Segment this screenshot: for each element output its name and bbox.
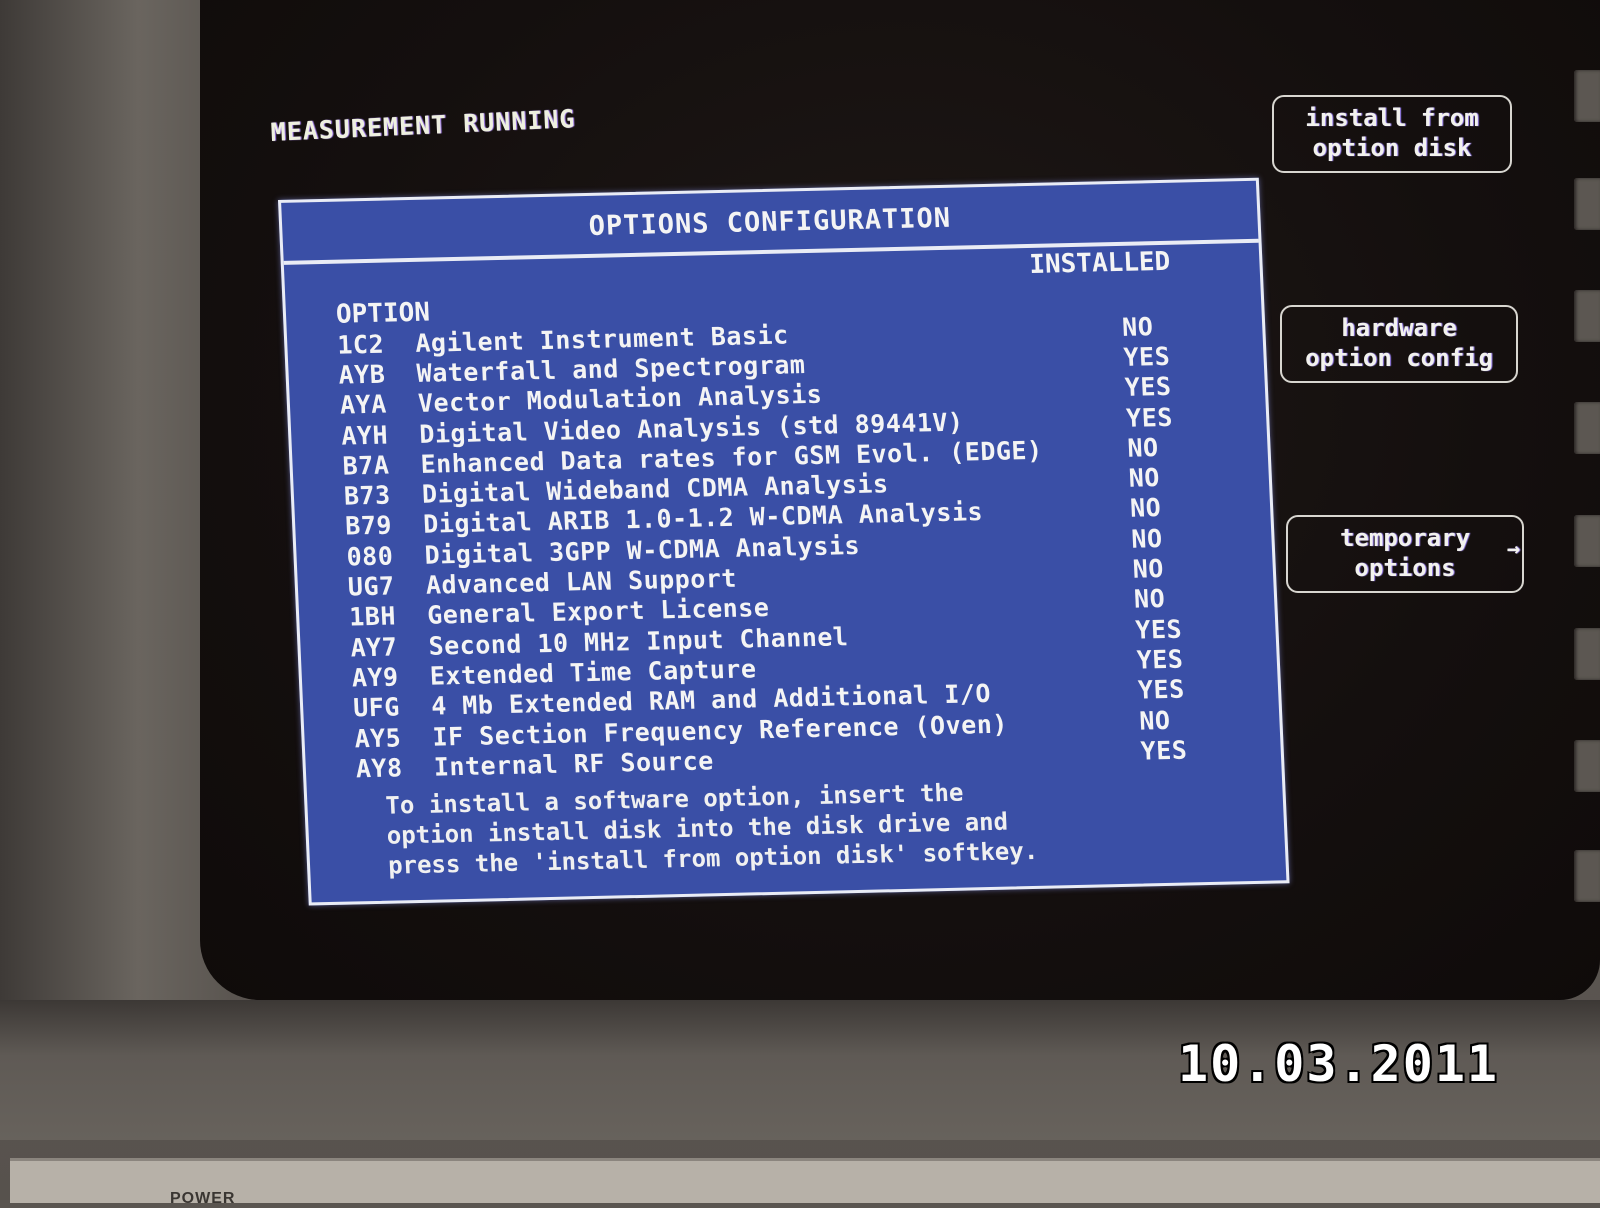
- option-code: AYB: [338, 359, 386, 390]
- hardware-softkey-4[interactable]: [1574, 402, 1600, 454]
- option-code: AYA: [339, 389, 388, 420]
- softkey-temporary-options[interactable]: temporary options →: [1286, 515, 1524, 593]
- softkey-label-line2: options: [1354, 554, 1456, 582]
- hardware-softkey-8[interactable]: [1574, 850, 1600, 902]
- option-code: B73: [343, 480, 392, 511]
- install-instructions: To install a software option, insert the…: [385, 772, 1209, 881]
- softkey-install-from-option-disk[interactable]: install from option disk: [1272, 95, 1512, 173]
- hardware-softkey-7[interactable]: [1574, 740, 1600, 792]
- softkey-label-line1: temporary: [1339, 524, 1471, 552]
- bezel-left-frame: [0, 0, 230, 1080]
- hardware-softkey-3[interactable]: [1574, 290, 1600, 342]
- option-code: B7A: [342, 450, 390, 481]
- hardware-softkey-column: [1560, 60, 1600, 960]
- option-code: UFG: [352, 692, 401, 723]
- option-installed-status: YES: [1136, 644, 1184, 675]
- photo-date-stamp: 10.03.2011: [1178, 1035, 1500, 1093]
- hardware-softkey-2[interactable]: [1574, 178, 1600, 230]
- front-panel-strip: [10, 1158, 1600, 1203]
- softkey-label-line1: hardware: [1341, 314, 1457, 342]
- option-installed-status: NO: [1128, 463, 1161, 493]
- option-code: 1BH: [348, 601, 397, 632]
- options-table: 1C2 Agilent Instrument Basic NO AYB Waterfal…: [337, 309, 1257, 784]
- option-installed-status: NO: [1132, 554, 1165, 584]
- option-code: UG7: [347, 571, 396, 602]
- option-code: 080: [345, 541, 394, 572]
- option-installed-status: NO: [1126, 432, 1160, 463]
- option-code: AY9: [351, 662, 400, 693]
- option-installed-status: NO: [1121, 311, 1154, 342]
- option-installed-status: YES: [1140, 735, 1188, 766]
- option-installed-status: NO: [1129, 493, 1162, 524]
- hardware-softkey-1[interactable]: [1574, 70, 1600, 122]
- hardware-softkey-6[interactable]: [1574, 628, 1600, 680]
- option-column-header: OPTION: [335, 297, 431, 330]
- option-installed-status: NO: [1130, 523, 1164, 554]
- option-code: AYH: [340, 420, 389, 451]
- installed-column-header: INSTALLED: [1028, 246, 1171, 280]
- option-installed-status: NO: [1138, 705, 1172, 736]
- option-installed-status: YES: [1122, 341, 1171, 372]
- power-label: POWER: [170, 1190, 236, 1207]
- softkey-label-line2: option config: [1305, 344, 1493, 372]
- option-code: AY7: [349, 632, 398, 663]
- softkey-hardware-option-config[interactable]: hardware option config: [1280, 305, 1518, 383]
- softkey-label-line2: option disk: [1312, 134, 1472, 162]
- option-installed-status: YES: [1134, 614, 1183, 645]
- arrow-right-icon: →: [1506, 537, 1520, 562]
- option-code: B79: [344, 510, 393, 541]
- option-code: AY8: [355, 753, 404, 784]
- option-installed-status: YES: [1137, 674, 1186, 705]
- option-installed-status: NO: [1133, 584, 1166, 614]
- options-configuration-dialog: OPTIONS CONFIGURATION INSTALLED OPTION 1…: [278, 177, 1290, 906]
- option-code: AY5: [353, 722, 402, 753]
- option-installed-status: YES: [1125, 402, 1174, 433]
- hardware-softkey-5[interactable]: [1574, 515, 1600, 567]
- softkey-label-line1: install from: [1305, 104, 1479, 132]
- option-code: 1C2: [336, 329, 385, 360]
- option-installed-status: YES: [1124, 372, 1173, 403]
